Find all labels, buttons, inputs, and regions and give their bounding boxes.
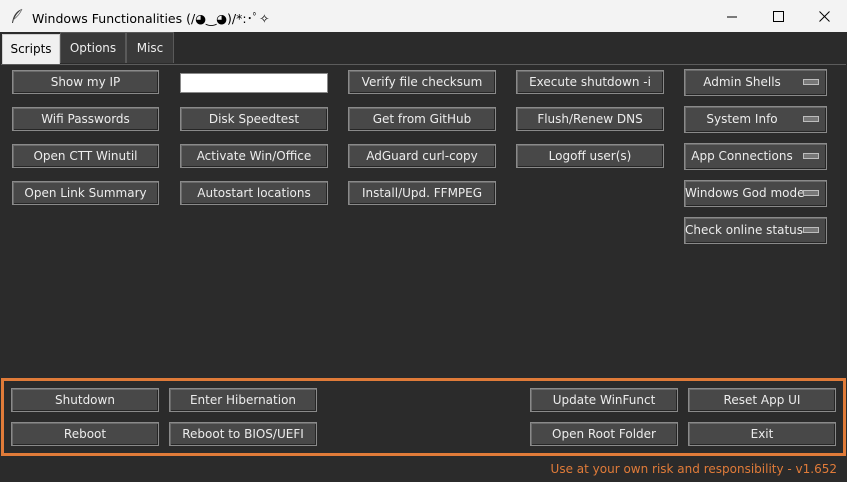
minimize-button[interactable] [709,0,755,32]
tab-misc[interactable]: Misc [126,32,174,63]
feather-icon [12,8,23,23]
app-connections-label: App Connections [691,149,793,163]
system-info-label: System Info [706,112,778,126]
windows-god-mode-label: Windows God mode [685,186,805,200]
show-my-ip-button[interactable]: Show my IP [12,70,159,94]
update-winfunct-button[interactable]: Update WinFunct [530,388,678,412]
get-from-github-button[interactable]: Get from GitHub [348,107,496,131]
disclaimer-text: Use at your own risk and responsibility … [550,462,837,476]
system-info-menu[interactable]: System Info [684,106,827,133]
close-button[interactable] [801,0,847,32]
activate-win-office-button[interactable]: Activate Win/Office [180,144,328,168]
menu-indicator-icon [803,79,819,85]
app-connections-menu[interactable]: App Connections [684,143,827,170]
check-online-status-menu[interactable]: Check online status [684,217,827,244]
disk-speedtest-button[interactable]: Disk Speedtest [180,107,328,131]
menu-indicator-icon [803,116,819,122]
autostart-locations-button[interactable]: Autostart locations [180,181,328,205]
maximize-button[interactable] [755,0,801,32]
admin-shells-label: Admin Shells [703,75,781,89]
tab-scripts[interactable]: Scripts [2,34,60,64]
reset-app-ui-button[interactable]: Reset App UI [688,388,836,412]
open-root-folder-button[interactable]: Open Root Folder [530,422,678,446]
admin-shells-menu[interactable]: Admin Shells [684,69,827,96]
flush-renew-dns-button[interactable]: Flush/Renew DNS [516,107,664,131]
execute-shutdown-button[interactable]: Execute shutdown -i [516,70,664,94]
open-link-summary-button[interactable]: Open Link Summary [12,181,159,205]
text-input[interactable] [180,73,328,93]
close-icon [818,10,830,22]
minimize-icon [726,16,737,17]
enter-hibernation-button[interactable]: Enter Hibernation [169,388,317,412]
shutdown-button[interactable]: Shutdown [11,388,159,412]
check-online-status-label: Check online status [685,223,804,237]
open-ctt-winutil-button[interactable]: Open CTT Winutil [12,144,159,168]
menu-indicator-icon [803,153,819,159]
adguard-curl-copy-button[interactable]: AdGuard curl-copy [348,144,496,168]
menu-indicator-icon [803,190,819,196]
install-ffmpeg-button[interactable]: Install/Upd. FFMPEG [348,181,496,205]
verify-file-checksum-button[interactable]: Verify file checksum [348,70,496,94]
maximize-icon [772,10,784,22]
windows-god-mode-menu[interactable]: Windows God mode [684,180,827,207]
exit-button[interactable]: Exit [688,422,836,446]
window-title: Windows Functionalities (/◕‿◕)/*:･ﾟ✧ [32,11,270,26]
menu-indicator-icon [803,227,819,233]
tab-bar: Scripts Options Misc [0,32,847,64]
tab-options[interactable]: Options [60,32,126,63]
app-window: Windows Functionalities (/◕‿◕)/*:･ﾟ✧ Scr… [0,0,847,482]
wifi-passwords-button[interactable]: Wifi Passwords [12,107,159,131]
reboot-bios-button[interactable]: Reboot to BIOS/UEFI [169,422,317,446]
logoff-users-button[interactable]: Logoff user(s) [516,144,664,168]
reboot-button[interactable]: Reboot [11,422,159,446]
title-bar[interactable]: Windows Functionalities (/◕‿◕)/*:･ﾟ✧ [0,0,847,33]
